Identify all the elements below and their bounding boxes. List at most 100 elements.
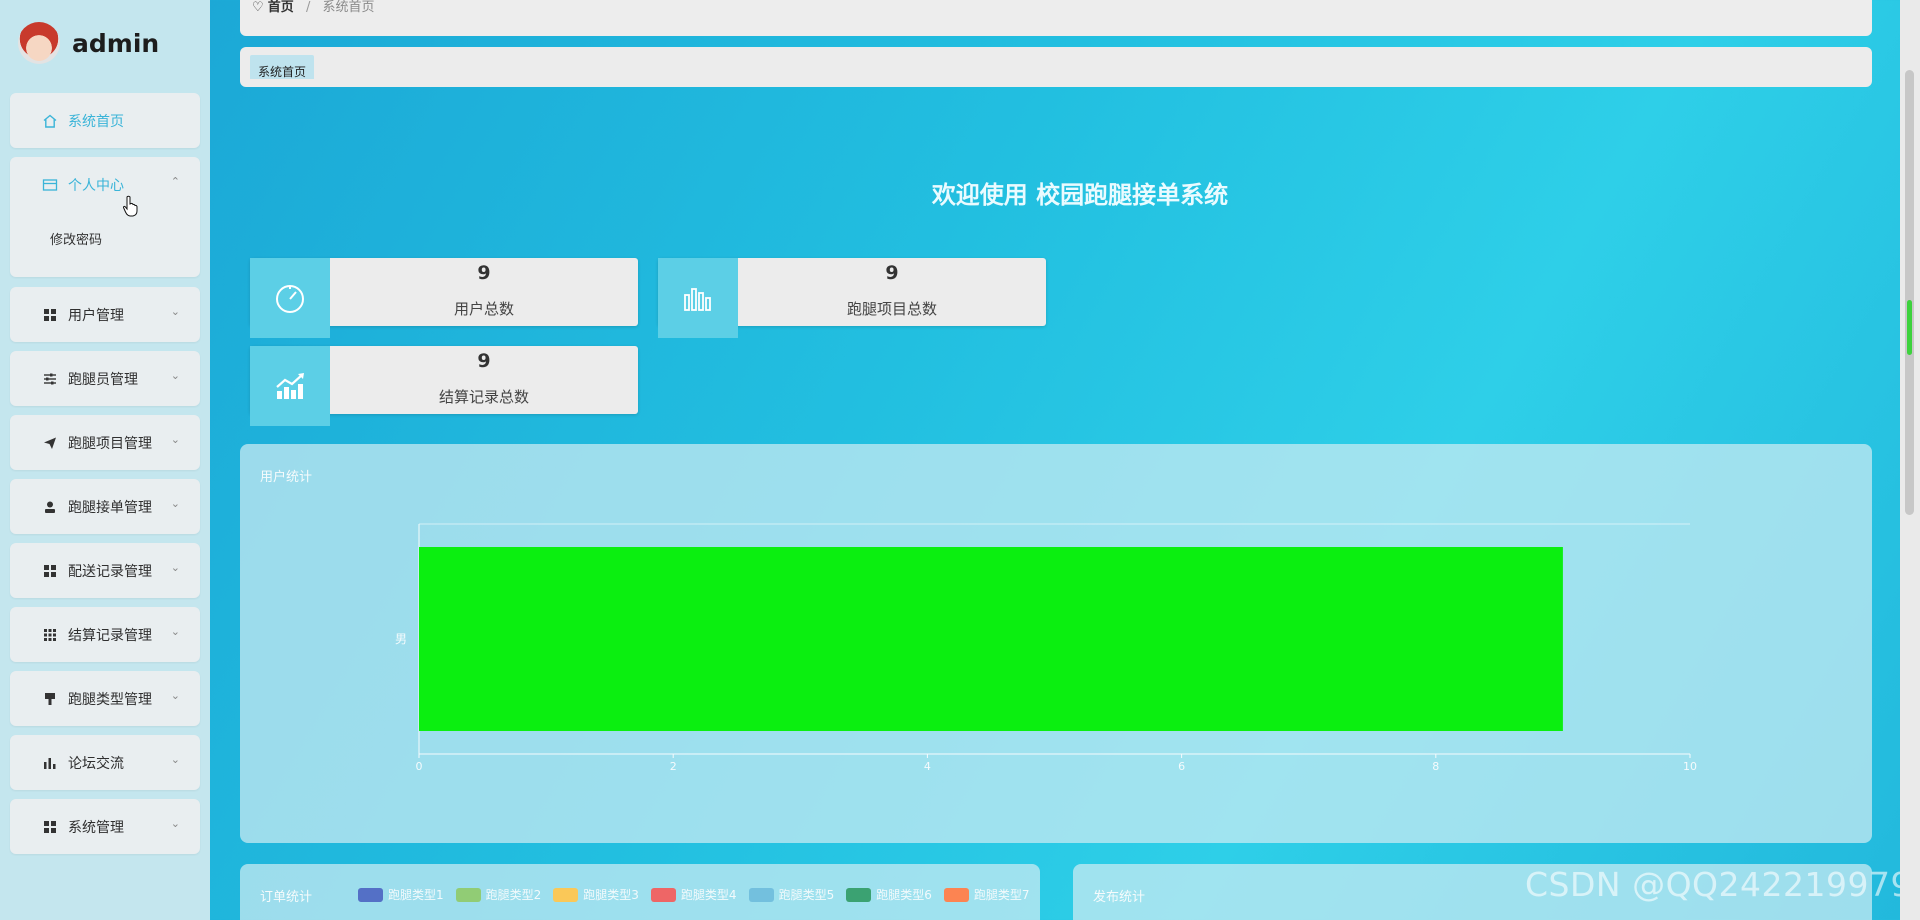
breadcrumb-separator: / bbox=[305, 0, 311, 15]
chevron-down-icon: ⌄ bbox=[170, 369, 180, 382]
sidebar-item-types[interactable]: 跑腿类型管理 ⌄ bbox=[10, 671, 200, 726]
sidebar-item-delivery[interactable]: 配送记录管理 ⌄ bbox=[10, 543, 200, 598]
grid-icon bbox=[42, 307, 58, 323]
sidebar-item-label: 个人中心 bbox=[68, 177, 124, 194]
sidebar-item-label: 跑腿类型管理 bbox=[68, 691, 152, 708]
legend-swatch bbox=[846, 887, 872, 902]
home-icon bbox=[42, 113, 58, 129]
sidebar-item-projects[interactable]: 跑腿项目管理 ⌄ bbox=[10, 415, 200, 470]
sidebar-item-orders[interactable]: 跑腿接单管理 ⌄ bbox=[10, 479, 200, 534]
stat-card-settlements: 9 结算记录总数 bbox=[250, 346, 638, 426]
legend-item[interactable]: 跑腿类型5 bbox=[748, 886, 835, 903]
legend-item[interactable]: 跑腿类型6 bbox=[846, 886, 932, 903]
breadcrumb-home[interactable]: 首页 bbox=[268, 0, 294, 15]
timer-icon bbox=[250, 258, 330, 338]
legend-label: 跑腿类型2 bbox=[485, 888, 542, 902]
sidebar-item-home[interactable]: 系统首页 bbox=[10, 93, 200, 148]
chart-x-tick-label: 4 bbox=[924, 760, 931, 773]
sidebar-item-label: 跑腿项目管理 bbox=[68, 435, 152, 452]
legend-label: 跑腿类型4 bbox=[680, 888, 737, 902]
panel-title: 发布统计 bbox=[1093, 890, 1146, 905]
chevron-down-icon: ⌄ bbox=[170, 817, 180, 830]
sidebar-item-label: 配送记录管理 bbox=[68, 563, 152, 580]
legend-label: 跑腿类型6 bbox=[876, 888, 932, 902]
sidebar-item-personal-center[interactable]: 个人中心 ⌃ 修改密码 bbox=[10, 157, 200, 277]
chevron-down-icon: ⌄ bbox=[170, 433, 180, 446]
sidebar-item-label: 论坛交流 bbox=[68, 755, 124, 772]
tab-bar: 系统首页 bbox=[240, 47, 1872, 87]
tab-system-home[interactable]: 系统首页 bbox=[250, 55, 315, 79]
sliders-icon bbox=[42, 371, 58, 387]
sidebar-item-users[interactable]: 用户管理 ⌄ bbox=[10, 287, 200, 342]
sidebar-item-label: 系统管理 bbox=[68, 819, 124, 836]
stat-value: 9 bbox=[885, 262, 899, 284]
legend-swatch bbox=[358, 887, 383, 902]
scrollbar-marker bbox=[1907, 300, 1912, 355]
bar-chart-icon bbox=[658, 258, 738, 338]
stat-value: 9 bbox=[477, 350, 491, 372]
stat-label: 跑腿项目总数 bbox=[846, 300, 937, 318]
chevron-down-icon: ⌄ bbox=[170, 753, 180, 766]
send-icon bbox=[42, 435, 58, 451]
legend-swatch bbox=[650, 887, 676, 902]
chevron-down-icon: ⌄ bbox=[170, 305, 180, 318]
sidebar-item-settlement[interactable]: 结算记录管理 ⌄ bbox=[10, 607, 200, 662]
stat-card-projects: 9 跑腿项目总数 bbox=[658, 258, 1046, 338]
chevron-down-icon: ⌄ bbox=[170, 689, 180, 702]
legend-item[interactable]: 跑腿类型2 bbox=[455, 886, 542, 903]
sidebar-item-label: 结算记录管理 bbox=[68, 627, 152, 644]
sidebar: admin 系统首页 个人中心 ⌃ 修改密码 用户管理 ⌄ 跑腿员管理 ⌄ 跑腿… bbox=[0, 0, 210, 920]
stat-label: 用户总数 bbox=[453, 300, 514, 318]
user-stats-panel: 用户统计 男 0 2 4 6 8 10 bbox=[240, 444, 1872, 843]
legend-item[interactable]: 跑腿类型3 bbox=[553, 886, 639, 903]
chevron-down-icon: ⌄ bbox=[170, 497, 180, 510]
avatar[interactable] bbox=[18, 22, 60, 64]
legend-label: 跑腿类型7 bbox=[973, 888, 1030, 902]
stat-label: 结算记录总数 bbox=[438, 388, 529, 406]
order-legend: 跑腿类型1 跑腿类型2 跑腿类型3 跑腿类型4 跑腿类型5 跑腿类型6 跑腿类型7 bbox=[358, 886, 1029, 903]
page-title: 欢迎使用 校园跑腿接单系统 bbox=[931, 181, 1229, 209]
grid-icon bbox=[42, 563, 58, 579]
sidebar-subitem-change-password[interactable]: 修改密码 bbox=[50, 229, 102, 248]
brand: admin bbox=[18, 20, 159, 66]
watermark: CSDN @QQ242219979 bbox=[1525, 865, 1912, 904]
chart-x-tick-label: 6 bbox=[1178, 760, 1185, 773]
chart-x-tick-label: 10 bbox=[1683, 760, 1697, 773]
legend-swatch bbox=[943, 887, 969, 902]
chart-bar bbox=[419, 547, 1563, 731]
breadcrumb-current: 系统首页 bbox=[322, 0, 375, 15]
chart-x-tick-label: 8 bbox=[1432, 760, 1439, 773]
chevron-up-icon: ⌃ bbox=[170, 175, 180, 188]
brand-name: admin bbox=[72, 28, 160, 58]
legend-swatch bbox=[748, 887, 774, 902]
legend-item[interactable]: 跑腿类型4 bbox=[650, 886, 737, 903]
stat-value: 9 bbox=[477, 262, 491, 284]
sidebar-item-runners[interactable]: 跑腿员管理 ⌄ bbox=[10, 351, 200, 406]
legend-item[interactable]: 跑腿类型7 bbox=[943, 886, 1030, 903]
sidebar-item-label: 跑腿员管理 bbox=[68, 371, 138, 388]
panel-title: 订单统计 bbox=[260, 890, 313, 905]
order-stats-panel: 订单统计 跑腿类型1 跑腿类型2 跑腿类型3 跑腿类型4 跑腿类型5 跑腿类型6 跑腿类型7 bbox=[240, 864, 1040, 920]
legend-label: 跑腿类型5 bbox=[778, 888, 835, 902]
chart-category-label: 男 bbox=[395, 632, 407, 646]
trend-chart-icon bbox=[250, 346, 330, 426]
sidebar-item-forum[interactable]: 论坛交流 ⌄ bbox=[10, 735, 200, 790]
sidebar-item-system[interactable]: 系统管理 ⌄ bbox=[10, 799, 200, 854]
legend-item[interactable]: 跑腿类型1 bbox=[358, 886, 444, 903]
breadcrumb: ♡ 首页 / 系统首页 bbox=[240, 0, 1872, 36]
scrollbar[interactable] bbox=[1900, 0, 1920, 920]
bar-chart-icon bbox=[42, 755, 58, 771]
legend-label: 跑腿类型3 bbox=[583, 888, 639, 902]
chart-x-tick-label: 2 bbox=[670, 760, 677, 773]
user-stats-chart: 男 0 2 4 6 8 10 bbox=[395, 523, 1697, 773]
person-icon bbox=[42, 499, 58, 515]
card-icon bbox=[42, 177, 58, 193]
sidebar-item-label: 系统首页 bbox=[68, 113, 124, 130]
apps-icon bbox=[42, 627, 58, 643]
grid-icon bbox=[42, 819, 58, 835]
brush-icon bbox=[42, 691, 58, 707]
heart-icon: ♡ bbox=[252, 0, 264, 15]
legend-swatch bbox=[455, 887, 481, 902]
scrollbar-thumb[interactable] bbox=[1905, 70, 1914, 515]
chart-x-tick-label: 0 bbox=[416, 760, 423, 773]
